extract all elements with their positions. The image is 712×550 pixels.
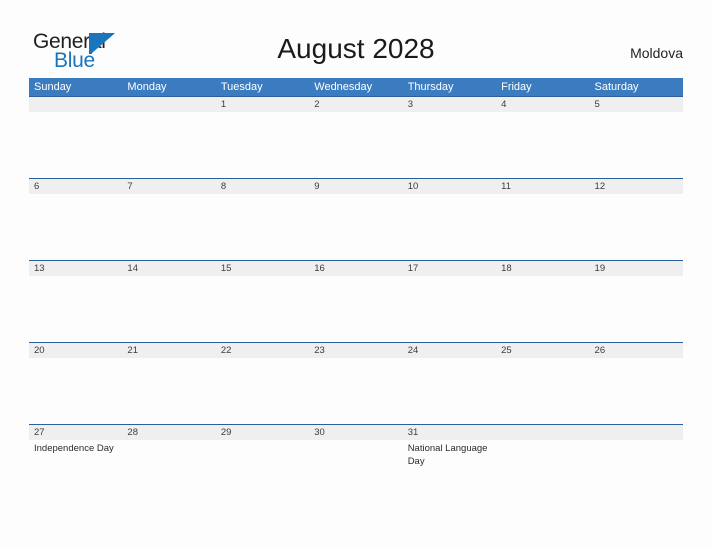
week-date-band: 13 14 15 16 17 18 19 <box>29 261 683 276</box>
day-event[interactable] <box>403 276 496 342</box>
day-number[interactable]: 19 <box>590 261 683 276</box>
day-number[interactable]: 13 <box>29 261 122 276</box>
day-event[interactable] <box>403 358 496 424</box>
calendar-page: General Blue August 2028 Moldova Sunday … <box>0 0 712 550</box>
day-event[interactable]: National Language Day <box>403 440 496 502</box>
day-number[interactable]: 2 <box>309 97 402 112</box>
day-of-week-header: Sunday Monday Tuesday Wednesday Thursday… <box>29 78 683 96</box>
day-event[interactable] <box>590 112 683 178</box>
day-event[interactable] <box>590 276 683 342</box>
day-number[interactable]: 7 <box>122 179 215 194</box>
day-event[interactable] <box>122 112 215 178</box>
day-event[interactable] <box>29 112 122 178</box>
day-event[interactable] <box>216 440 309 502</box>
dow-friday: Friday <box>501 81 532 93</box>
region-label: Moldova <box>630 45 683 61</box>
day-number[interactable]: 23 <box>309 343 402 358</box>
day-number[interactable]: 27 <box>29 425 122 440</box>
day-event[interactable] <box>496 358 589 424</box>
day-event[interactable] <box>403 112 496 178</box>
dow-monday: Monday <box>127 81 167 93</box>
day-event[interactable] <box>309 112 402 178</box>
week-date-band: 20 21 22 23 24 25 26 <box>29 343 683 358</box>
day-number[interactable]: 10 <box>403 179 496 194</box>
week-event-band: Independence Day National Language Day <box>29 440 683 502</box>
day-event[interactable] <box>590 194 683 260</box>
day-event[interactable] <box>496 276 589 342</box>
week-row: 13 14 15 16 17 18 19 <box>29 260 683 342</box>
day-event[interactable] <box>496 112 589 178</box>
day-event[interactable] <box>496 194 589 260</box>
week-event-band <box>29 276 683 342</box>
week-date-band: 27 28 29 30 31 <box>29 425 683 440</box>
dow-thursday: Thursday <box>407 81 454 93</box>
dow-tuesday: Tuesday <box>220 81 263 93</box>
day-number[interactable]: 24 <box>403 343 496 358</box>
day-number[interactable]: 17 <box>403 261 496 276</box>
day-number[interactable]: 3 <box>403 97 496 112</box>
page-header: General Blue August 2028 Moldova <box>0 0 712 78</box>
day-event[interactable] <box>309 440 402 502</box>
day-number[interactable]: 4 <box>496 97 589 112</box>
day-number[interactable]: 26 <box>590 343 683 358</box>
day-number[interactable] <box>29 97 122 112</box>
day-event[interactable]: Independence Day <box>29 440 122 502</box>
week-row: 6 7 8 9 10 11 12 <box>29 178 683 260</box>
day-event[interactable] <box>122 358 215 424</box>
day-event[interactable] <box>309 358 402 424</box>
day-number[interactable] <box>122 97 215 112</box>
day-event[interactable] <box>216 112 309 178</box>
day-event[interactable] <box>122 276 215 342</box>
day-number[interactable]: 6 <box>29 179 122 194</box>
day-number[interactable]: 16 <box>309 261 402 276</box>
day-number[interactable]: 25 <box>496 343 589 358</box>
day-event[interactable] <box>590 358 683 424</box>
day-number[interactable]: 12 <box>590 179 683 194</box>
week-event-band <box>29 358 683 424</box>
day-event[interactable] <box>590 440 683 502</box>
day-event[interactable] <box>403 194 496 260</box>
page-title: August 2028 <box>277 33 435 64</box>
dow-sunday: Sunday <box>34 81 72 93</box>
day-event[interactable] <box>29 358 122 424</box>
week-date-band: 1 2 3 4 5 <box>29 97 683 112</box>
day-number[interactable]: 9 <box>309 179 402 194</box>
day-number[interactable]: 28 <box>122 425 215 440</box>
day-number[interactable]: 14 <box>122 261 215 276</box>
week-row: 20 21 22 23 24 25 26 <box>29 342 683 424</box>
day-number[interactable]: 22 <box>216 343 309 358</box>
day-number[interactable]: 30 <box>309 425 402 440</box>
day-event[interactable] <box>122 194 215 260</box>
day-event[interactable] <box>496 440 589 502</box>
week-row: 27 28 29 30 31 Independence Day National… <box>29 424 683 502</box>
day-number[interactable]: 20 <box>29 343 122 358</box>
day-event[interactable] <box>216 358 309 424</box>
day-number[interactable]: 21 <box>122 343 215 358</box>
day-number[interactable]: 29 <box>216 425 309 440</box>
week-event-band <box>29 112 683 178</box>
day-number[interactable]: 5 <box>590 97 683 112</box>
day-number[interactable]: 8 <box>216 179 309 194</box>
day-number[interactable]: 31 <box>403 425 496 440</box>
day-number[interactable]: 15 <box>216 261 309 276</box>
calendar-grid: Sunday Monday Tuesday Wednesday Thursday… <box>29 78 683 502</box>
day-event[interactable] <box>309 194 402 260</box>
day-event[interactable] <box>29 276 122 342</box>
day-number[interactable] <box>496 425 589 440</box>
day-event[interactable] <box>216 276 309 342</box>
day-event[interactable] <box>216 194 309 260</box>
dow-wednesday: Wednesday <box>314 81 373 93</box>
week-date-band: 6 7 8 9 10 11 12 <box>29 179 683 194</box>
dow-saturday: Saturday <box>594 81 639 93</box>
day-number[interactable]: 18 <box>496 261 589 276</box>
day-number[interactable]: 11 <box>496 179 589 194</box>
day-event[interactable] <box>29 194 122 260</box>
day-event[interactable] <box>122 440 215 502</box>
week-event-band <box>29 194 683 260</box>
day-number[interactable]: 1 <box>216 97 309 112</box>
week-row: 1 2 3 4 5 <box>29 96 683 178</box>
day-number[interactable] <box>590 425 683 440</box>
day-event[interactable] <box>309 276 402 342</box>
